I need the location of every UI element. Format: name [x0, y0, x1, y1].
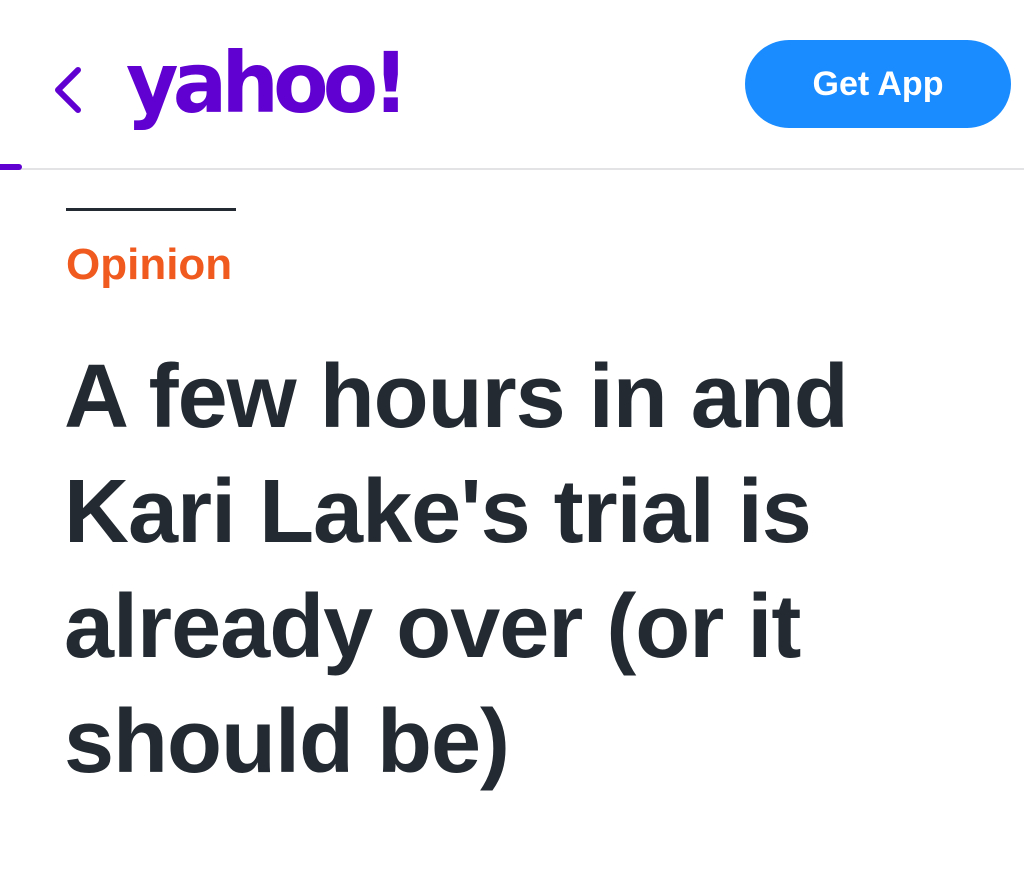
- logo-text: yahoo!: [126, 34, 409, 132]
- get-app-button[interactable]: Get App: [745, 40, 1011, 128]
- yahoo-logo[interactable]: yahoo!: [126, 28, 415, 138]
- section-divider: [66, 208, 236, 211]
- article-category[interactable]: Opinion: [66, 237, 232, 293]
- chevron-left-icon: [55, 67, 81, 113]
- back-button[interactable]: [38, 52, 98, 128]
- scroll-progress-indicator: [0, 164, 22, 170]
- article-headline: A few hours in and Kari Lake's trial is …: [64, 347, 849, 792]
- app-header: yahoo! Get App: [0, 0, 1024, 170]
